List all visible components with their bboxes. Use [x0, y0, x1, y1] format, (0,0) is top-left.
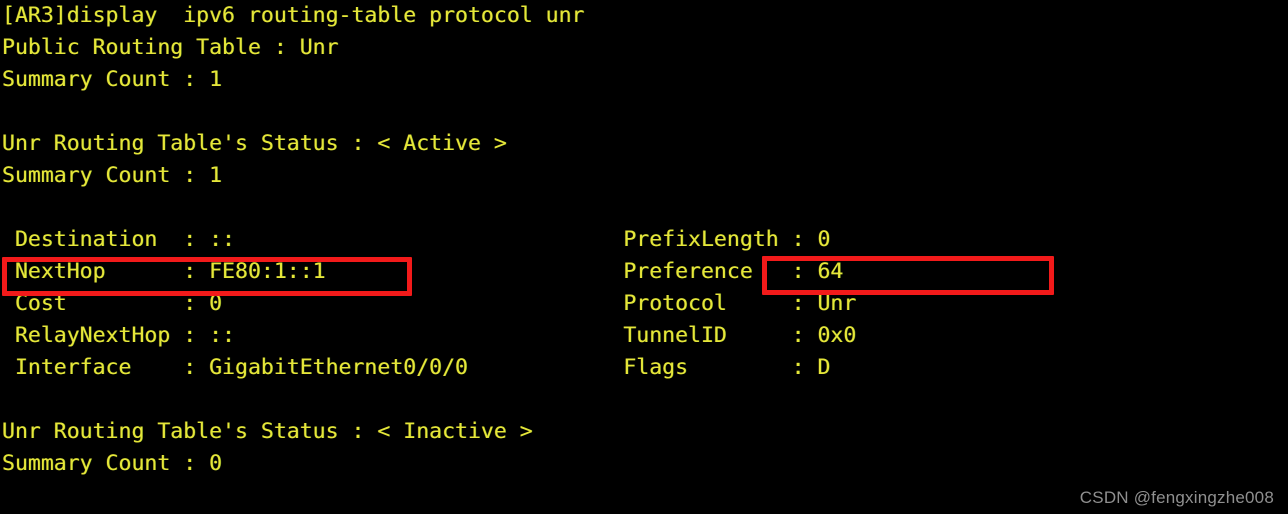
csdn-watermark: CSDN @fengxingzhe008 — [1079, 488, 1274, 507]
terminal-output: [AR3]display ipv6 routing-table protocol… — [2, 3, 857, 476]
terminal-window[interactable]: [AR3]display ipv6 routing-table protocol… — [0, 0, 1288, 514]
